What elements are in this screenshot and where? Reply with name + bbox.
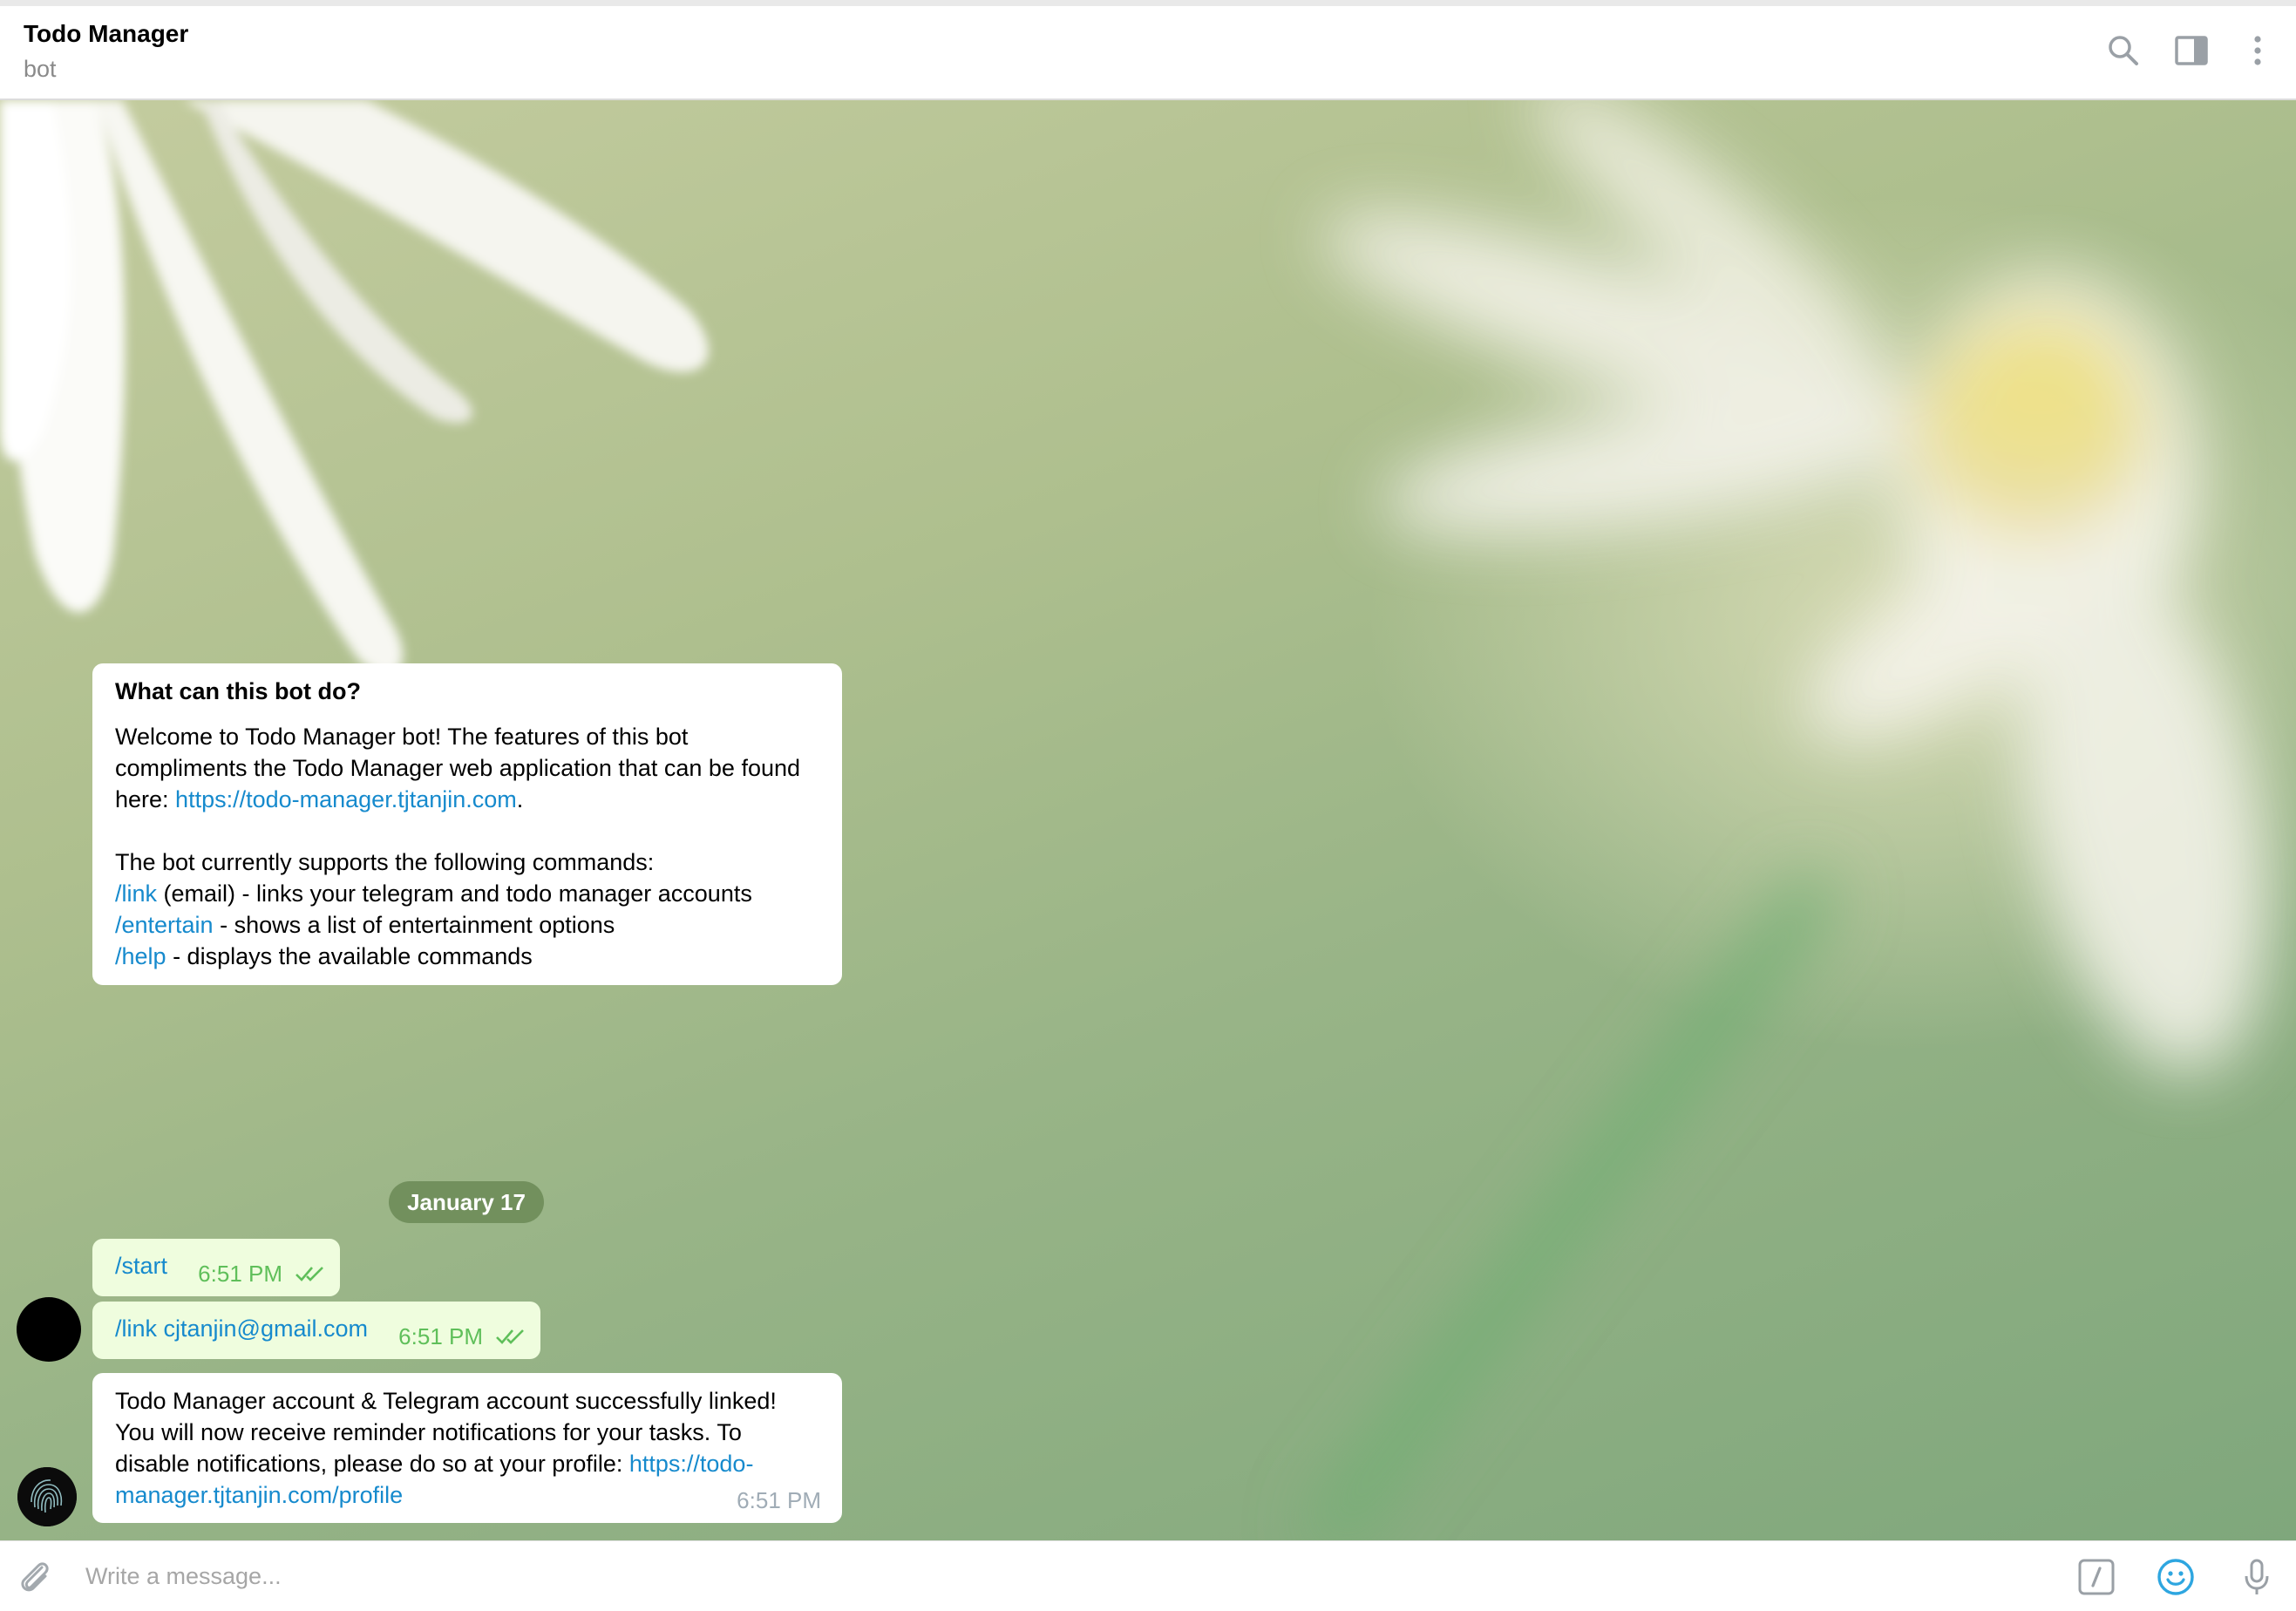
- attach-icon[interactable]: [16, 1557, 56, 1597]
- command-entertain-description: - shows a list of entertainment options: [213, 912, 615, 938]
- search-icon[interactable]: [2104, 31, 2143, 70]
- sidebar-toggle-icon[interactable]: [2172, 31, 2211, 70]
- avatar[interactable]: [17, 1297, 81, 1362]
- incoming-message[interactable]: Todo Manager account & Telegram account …: [92, 1373, 842, 1523]
- command-row-help: /help - displays the available commands: [115, 941, 819, 972]
- microphone-icon[interactable]: [2237, 1557, 2277, 1597]
- outgoing-message[interactable]: /link cjtanjin@gmail.com 6:51 PM: [92, 1302, 540, 1359]
- window-top-strip: [0, 0, 2296, 6]
- bot-info-intro: Welcome to Todo Manager bot! The feature…: [115, 721, 819, 815]
- bot-command-icon[interactable]: [2076, 1557, 2116, 1597]
- command-row-link: /link (email) - links your telegram and …: [115, 878, 819, 909]
- outgoing-message[interactable]: /start 6:51 PM: [92, 1239, 340, 1296]
- command-help-description: - displays the available commands: [166, 943, 533, 969]
- command-link-description: (email) - links your telegram and todo m…: [157, 880, 752, 907]
- bot-info-card: What can this bot do? Welcome to Todo Ma…: [92, 663, 842, 985]
- bot-info-title: What can this bot do?: [115, 678, 361, 704]
- message-time: 6:51 PM: [737, 1487, 821, 1513]
- message-text[interactable]: /link cjtanjin@gmail.com: [115, 1315, 368, 1342]
- commands-intro: The bot currently supports the following…: [115, 849, 655, 875]
- double-check-icon: [495, 1327, 528, 1346]
- command-link[interactable]: /link: [115, 880, 157, 907]
- date-separator: January 17: [389, 1181, 544, 1223]
- chat-subtitle: bot: [24, 56, 57, 82]
- more-vert-icon[interactable]: [2238, 31, 2277, 70]
- chat-history[interactable]: What can this bot do? Welcome to Todo Ma…: [0, 100, 2296, 1540]
- message-time: 6:51 PM: [198, 1261, 282, 1287]
- message-time: 6:51 PM: [398, 1323, 483, 1349]
- message-composer: [0, 1540, 2296, 1611]
- command-row-entertain: /entertain - shows a list of entertainme…: [115, 909, 819, 941]
- emoji-icon[interactable]: [2156, 1557, 2196, 1597]
- bot-avatar[interactable]: [17, 1467, 77, 1526]
- message-meta: 6:51 PM: [398, 1321, 528, 1352]
- message-meta: 6:51 PM: [198, 1258, 328, 1289]
- command-entertain[interactable]: /entertain: [115, 912, 214, 938]
- chat-header: Todo Manager bot: [0, 0, 2296, 100]
- command-help[interactable]: /help: [115, 943, 166, 969]
- message-text[interactable]: /start: [115, 1253, 167, 1279]
- double-check-icon: [295, 1264, 328, 1283]
- chat-title[interactable]: Todo Manager: [24, 20, 188, 48]
- bot-info-intro-end: .: [516, 786, 524, 812]
- web-app-link[interactable]: https://todo-manager.tjtanjin.com: [175, 786, 517, 812]
- message-input[interactable]: [85, 1553, 2038, 1599]
